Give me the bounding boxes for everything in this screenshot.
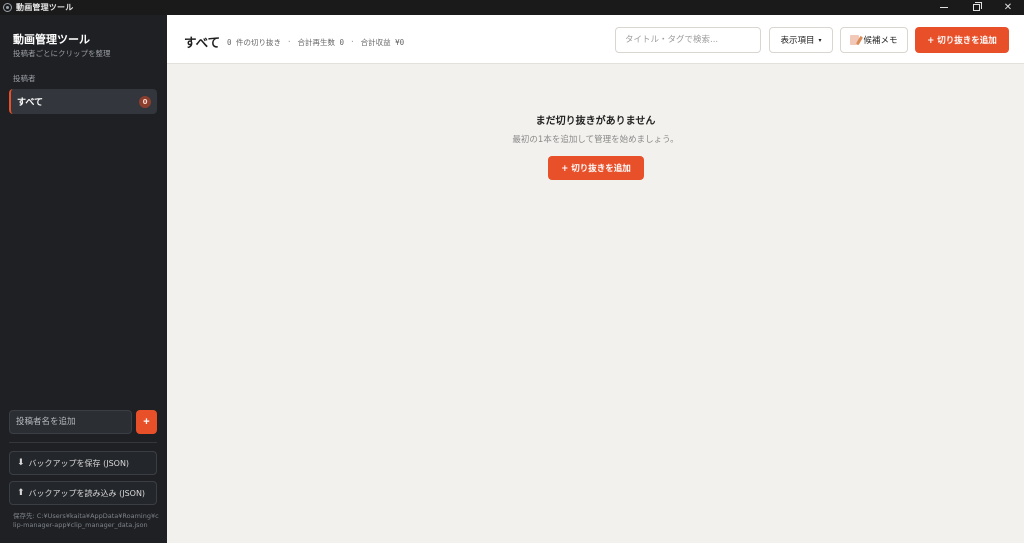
stats-summary: 0 件の切り抜き · 合計再生数 0 · 合計収益 ¥0: [227, 37, 404, 48]
add-clip-button[interactable]: + 切り抜きを追加: [915, 27, 1009, 53]
header: すべて 0 件の切り抜き · 合計再生数 0 · 合計収益 ¥0 表示項目 ▾ …: [167, 15, 1024, 64]
clip-list-area: まだ切り抜きがありません 最初の1本を追加して管理を始めましょう。 + 切り抜き…: [167, 65, 1024, 543]
columns-dropdown-button[interactable]: 表示項目 ▾: [769, 27, 833, 53]
search-input[interactable]: [615, 27, 761, 53]
sidebar-item-label: すべて: [17, 98, 44, 108]
candidate-memo-button[interactable]: 候補メモ: [840, 27, 908, 53]
empty-add-clip-button[interactable]: + 切り抜きを追加: [548, 156, 644, 180]
add-creator-row: +: [9, 410, 157, 434]
empty-state-title: まだ切り抜きがありません: [535, 116, 656, 127]
sidebar-item-all[interactable]: すべて 0: [9, 89, 157, 114]
backup-load-label: バックアップを読み込み (JSON): [28, 488, 146, 498]
memo-label: 候補メモ: [863, 36, 898, 46]
download-icon: ⬇: [17, 458, 25, 468]
total-revenue-stat: 合計収益 ¥0: [360, 38, 405, 47]
stats-separator: ·: [287, 37, 292, 46]
backup-save-label: バックアップを保存 (JSON): [28, 458, 130, 468]
window-title: 動画管理ツール: [16, 3, 74, 12]
save-path-text: 保存先: C:¥Users¥kaita¥AppData¥Roaming¥clip…: [13, 512, 159, 529]
app-gear-icon: [3, 3, 12, 12]
restore-icon[interactable]: [960, 0, 992, 15]
close-icon[interactable]: ✕: [992, 0, 1024, 15]
stats-separator: ·: [350, 37, 355, 46]
columns-label: 表示項目: [780, 36, 815, 46]
app-window: 動画管理ツール ✕ 動画管理ツール 投稿者ごとにクリップを整理 投稿者 すべて …: [0, 0, 1024, 543]
creator-name-input[interactable]: [9, 410, 132, 434]
backup-save-button[interactable]: ⬇ バックアップを保存 (JSON): [9, 451, 157, 475]
sidebar-item-count-badge: 0: [139, 95, 151, 108]
clip-count-stat: 0 件の切り抜き: [227, 38, 282, 47]
sidebar-subtitle: 投稿者ごとにクリップを整理: [13, 49, 111, 58]
add-creator-button[interactable]: +: [136, 410, 157, 434]
main-area: すべて 0 件の切り抜き · 合計再生数 0 · 合計収益 ¥0 表示項目 ▾ …: [167, 15, 1024, 543]
minimize-icon[interactable]: [928, 0, 960, 15]
total-views-stat: 合計再生数 0: [297, 38, 345, 47]
title-bar: 動画管理ツール ✕: [0, 0, 1024, 15]
page-title: すべて: [184, 35, 221, 50]
backup-load-button[interactable]: ⬆ バックアップを読み込み (JSON): [9, 481, 157, 505]
sidebar-app-title: 動画管理ツール: [13, 33, 90, 46]
memo-pencil-icon: [850, 35, 860, 45]
empty-state-subtitle: 最初の1本を追加して管理を始めましょう。: [512, 135, 679, 145]
sidebar: 動画管理ツール 投稿者ごとにクリップを整理 投稿者 すべて 0 + ⬇ バックア…: [0, 15, 167, 543]
creator-section-label: 投稿者: [13, 74, 36, 83]
sidebar-divider: [9, 442, 157, 443]
caret-down-icon: ▾: [818, 36, 822, 44]
upload-icon: ⬆: [17, 488, 25, 498]
